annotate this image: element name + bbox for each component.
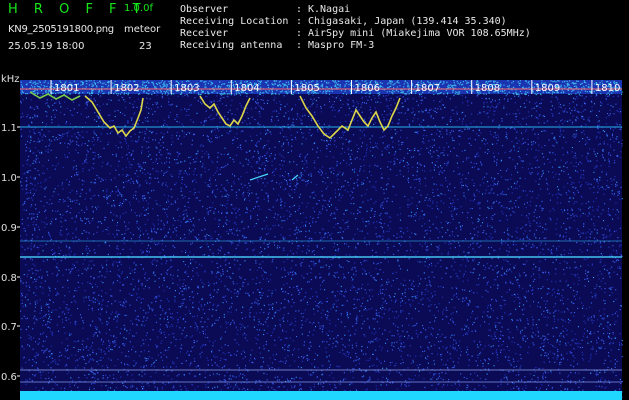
time-label: 1809 [535,83,560,94]
time-label: 1801 [54,83,79,94]
axis-tick-label: 0.7 [1,322,17,333]
time-label: 1806 [355,83,380,94]
bottom-band [20,391,622,400]
time-label: 1810 [595,83,620,94]
axis-unit-label: kHz [1,74,20,85]
time-label: 1805 [294,83,319,94]
time-label: 1803 [174,83,199,94]
axis-tick-label: 1.1 [1,123,17,134]
axis-tick-label: 0.6 [1,372,17,383]
spectrogram: 1801 1802 1803 1804 1805 1806 1807 1808 1809 1810 [17,80,624,400]
time-label: 1807 [415,83,440,94]
time-label: 1802 [114,83,139,94]
axis-tick-label: 0.8 [1,273,17,284]
time-label: 1804 [234,83,259,94]
axis-tick-label: 0.9 [1,223,17,234]
axis-tick-label: 1.0 [1,173,17,184]
time-label: 1808 [475,83,500,94]
